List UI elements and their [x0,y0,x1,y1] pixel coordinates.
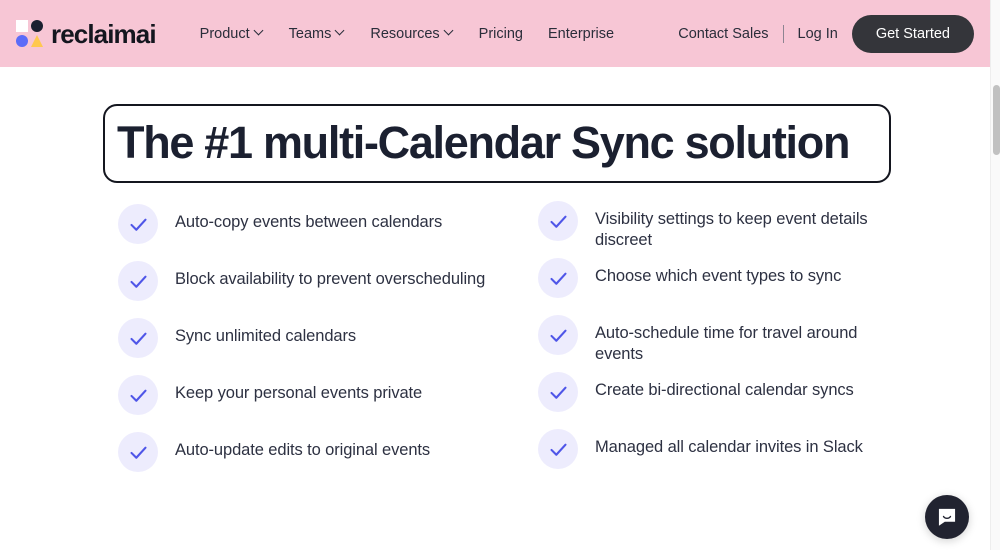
nav-item-product[interactable]: Product [200,26,264,42]
check-icon [118,432,158,472]
check-icon [118,318,158,358]
chevron-down-icon [336,27,345,36]
check-icon [538,429,578,469]
logo-blue-circle-shape [16,35,28,47]
feature-column-right: Visibility settings to keep event detail… [538,201,918,487]
check-icon [538,372,578,412]
nav-item-enterprise-label: Enterprise [548,25,615,42]
nav-divider [782,24,784,43]
check-icon [118,261,158,301]
chevron-down-icon [445,27,454,36]
page-title: The #1 multi-Calendar Sync solution [103,104,891,183]
list-item: Auto-copy events between calendars [118,204,538,262]
list-item: Keep your personal events private [118,375,538,433]
contact-sales-link[interactable]: Contact Sales [678,26,768,42]
feature-text: Sync unlimited calendars [175,327,357,345]
logo-mark [16,20,44,47]
chat-launcher-button[interactable] [925,495,969,539]
list-item: Visibility settings to keep event detail… [538,201,918,259]
list-item: Sync unlimited calendars [118,318,538,376]
list-item: Auto-update edits to original events [118,432,538,490]
site-header: reclaimai Product Teams Resources Pricin… [0,0,990,67]
nav-item-teams-label: Teams [288,25,332,42]
get-started-button[interactable]: Get Started [851,14,974,53]
logo-triangle-shape [31,35,43,47]
nav-item-enterprise[interactable]: Enterprise [548,26,614,42]
list-item: Block availability to prevent overschedu… [118,261,538,319]
list-item: Auto-schedule time for travel around eve… [538,315,918,373]
feature-list: Auto-copy events between calendars Block… [118,201,918,490]
primary-navigation: Product Teams Resources Pricing Enterpri… [200,26,614,42]
logo-reclaim[interactable]: reclaimai [16,18,157,49]
scrollbar-thumb[interactable] [992,85,1000,155]
check-icon [118,204,158,244]
logo-wordmark: reclaimai [51,18,157,49]
nav-item-teams[interactable]: Teams [289,26,346,42]
feature-text: Managed all calendar invites in Slack [595,438,863,456]
list-item: Managed all calendar invites in Slack [538,429,918,487]
feature-text: Auto-copy events between calendars [175,213,443,231]
feature-column-left: Auto-copy events between calendars Block… [118,204,538,490]
logo-square-shape [16,20,28,32]
log-in-link[interactable]: Log In [798,26,838,42]
page-scrollbar[interactable] [990,0,1000,550]
list-item: Choose which event types to sync [538,258,918,316]
check-icon [538,258,578,298]
feature-text: Visibility settings to keep event detail… [595,210,868,250]
page-root: reclaimai Product Teams Resources Pricin… [0,0,1000,550]
header-actions: Contact Sales Log In Get Started [678,14,990,53]
nav-item-resources-label: Resources [370,25,440,42]
feature-text: Auto-update edits to original events [175,441,431,459]
nav-item-resources[interactable]: Resources [370,26,453,42]
nav-item-pricing[interactable]: Pricing [479,26,523,42]
feature-text: Block availability to prevent overschedu… [175,270,486,288]
nav-item-product-label: Product [199,25,250,42]
feature-text: Keep your personal events private [175,384,423,402]
list-item: Create bi-directional calendar syncs [538,372,918,430]
chevron-down-icon [255,27,264,36]
logo-dark-circle-shape [31,20,43,32]
feature-text: Create bi-directional calendar syncs [595,381,854,399]
check-icon [538,315,578,355]
chat-bubble-smile-icon [938,508,956,526]
check-icon [538,201,578,241]
check-icon [118,375,158,415]
feature-text: Auto-schedule time for travel around eve… [595,324,858,364]
feature-text: Choose which event types to sync [595,267,842,285]
hero-section: The #1 multi-Calendar Sync solution [103,104,891,183]
nav-item-pricing-label: Pricing [478,25,523,42]
